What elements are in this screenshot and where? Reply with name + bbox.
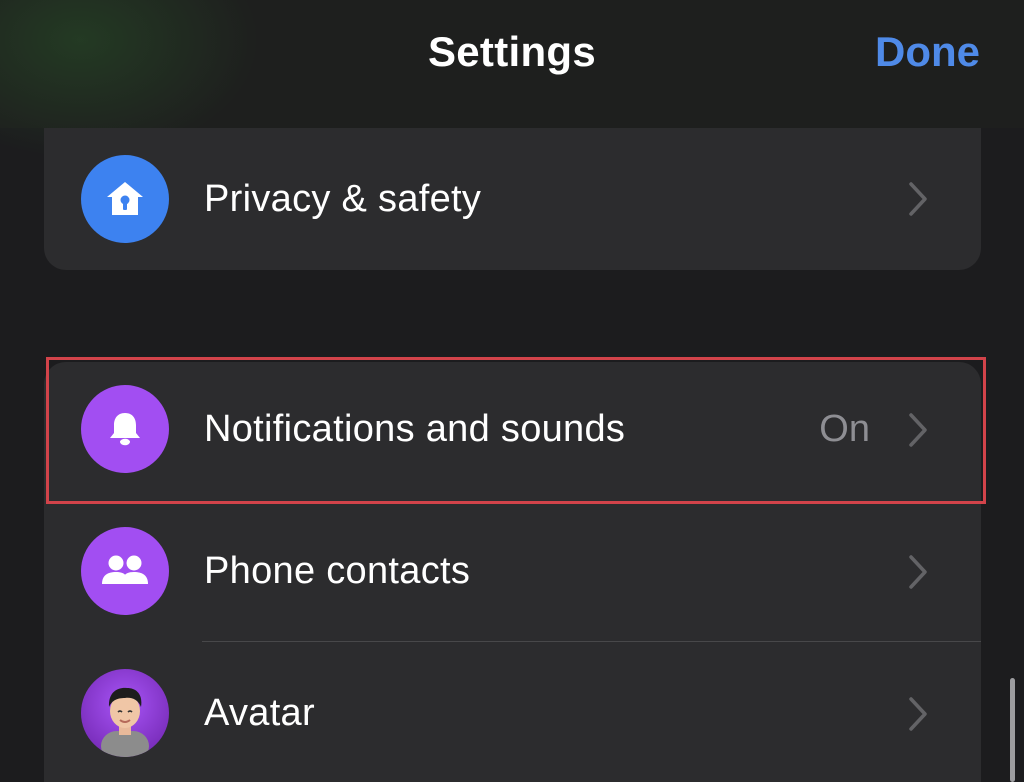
chevron-right-icon <box>909 182 927 216</box>
chevron-right-icon <box>909 413 927 447</box>
privacy-safety-label: Privacy & safety <box>204 178 482 220</box>
house-lock-icon <box>81 155 169 243</box>
avatar-label: Avatar <box>204 692 315 734</box>
page-title: Settings <box>427 28 597 75</box>
privacy-safety-row[interactable]: Privacy & safety <box>44 128 981 270</box>
notifications-sounds-row[interactable]: Notifications and sounds On <box>44 362 981 504</box>
settings-group-privacy: Privacy & safety <box>44 128 981 270</box>
settings-group-general: Notifications and sounds On Phone contac… <box>44 362 981 782</box>
notifications-sounds-label: Notifications and sounds <box>204 408 626 450</box>
done-button[interactable]: Done <box>875 28 980 76</box>
avatar-row[interactable]: Avatar <box>44 646 981 782</box>
phone-contacts-row[interactable]: Phone contacts <box>44 504 981 646</box>
people-icon <box>81 527 169 615</box>
notifications-status-value: On <box>819 408 870 450</box>
phone-contacts-label: Phone contacts <box>204 550 471 592</box>
row-separator <box>202 641 981 642</box>
bell-icon <box>81 385 169 473</box>
nav-bar: Settings Done <box>0 0 1024 160</box>
chevron-right-icon <box>909 697 927 731</box>
chevron-right-icon <box>909 555 927 589</box>
scrollbar[interactable] <box>1010 678 1015 782</box>
avatar-image <box>81 669 169 757</box>
